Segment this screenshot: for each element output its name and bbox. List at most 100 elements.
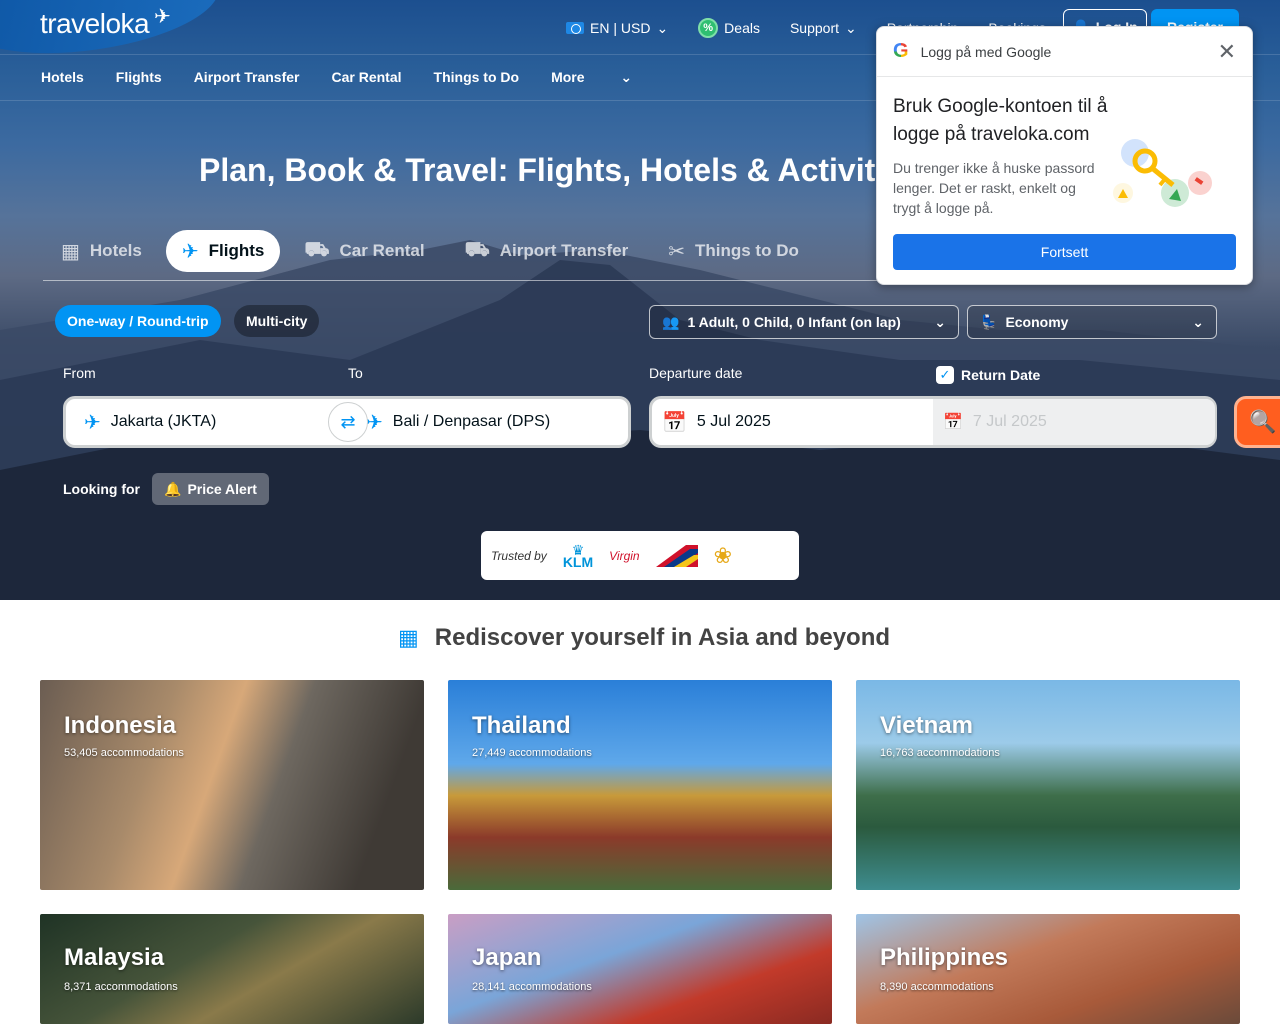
support-menu[interactable]: Support ⌄ bbox=[790, 20, 857, 37]
subnav-flights[interactable]: Flights bbox=[116, 69, 162, 86]
google-logo-icon: G bbox=[893, 40, 909, 62]
traveloka-logo[interactable]: traveloka bbox=[40, 8, 150, 40]
tab-flights[interactable]: ✈ Flights bbox=[165, 230, 281, 272]
from-input[interactable]: ✈ Jakarta (JKTA) bbox=[66, 410, 346, 435]
tab-label: Things to Do bbox=[694, 241, 799, 260]
destination-card-thailand[interactable]: Thailand 27,449 accommodations bbox=[448, 680, 832, 890]
destination-count: 8,390 accommodations bbox=[880, 981, 994, 993]
destination-count: 28,141 accommodations bbox=[472, 981, 592, 993]
seat-class-selector[interactable]: 💺 Economy ⌄ bbox=[967, 305, 1217, 339]
price-alert-label: Price Alert bbox=[187, 481, 257, 497]
building-icon: ▦ bbox=[61, 240, 80, 263]
destination-card-malaysia[interactable]: Malaysia 8,371 accommodations bbox=[40, 914, 424, 1024]
more-label: More bbox=[551, 69, 585, 85]
return-value: 7 Jul 2025 bbox=[972, 413, 1047, 430]
virgin-logo: Virgin bbox=[609, 548, 640, 563]
tab-things-to-do[interactable]: ✂ Things to Do bbox=[652, 230, 815, 272]
tab-label: Airport Transfer bbox=[499, 241, 629, 260]
destination-card-indonesia[interactable]: Indonesia 53,405 accommodations bbox=[40, 680, 424, 890]
popup-header: G Logg på med Google bbox=[877, 27, 1252, 77]
calendar-icon: 📅 bbox=[662, 411, 687, 434]
search-icon: 🔍 bbox=[1249, 409, 1277, 434]
destination-name: Indonesia bbox=[64, 712, 177, 739]
destination-count: 8,371 accommodations bbox=[64, 981, 178, 993]
takeoff-icon: ✈ bbox=[84, 411, 101, 434]
percent-icon: % bbox=[698, 18, 719, 38]
tab-label: Flights bbox=[208, 241, 265, 260]
to-label: To bbox=[348, 365, 363, 381]
philippine-airlines-logo bbox=[655, 544, 698, 567]
oneway-roundtrip-toggle[interactable]: One-way / Round-trip bbox=[55, 305, 221, 337]
subnav-car-rental[interactable]: Car Rental bbox=[332, 69, 402, 86]
klm-logo: ♛ KLM bbox=[562, 541, 594, 570]
destination-name: Vietnam bbox=[880, 712, 973, 739]
subnav-hotels[interactable]: Hotels bbox=[41, 69, 84, 86]
vietnam-airlines-logo: ❀ bbox=[713, 542, 733, 568]
return-date-input[interactable]: 📅 7 Jul 2025 bbox=[933, 399, 1215, 445]
calendar-icon: 📅 bbox=[943, 414, 963, 431]
swap-route-button[interactable]: ⇄ bbox=[328, 402, 368, 442]
departure-date-input[interactable]: 📅 5 Jul 2025 bbox=[652, 410, 771, 435]
to-input[interactable]: ✈ Bali / Denpasar (DPS) bbox=[366, 410, 550, 435]
destination-card-japan[interactable]: Japan 28,141 accommodations bbox=[448, 914, 832, 1024]
to-value: Bali / Denpasar (DPS) bbox=[392, 413, 551, 430]
chevron-down-icon: ⌄ bbox=[845, 19, 857, 36]
chevron-down-icon: ⌄ bbox=[656, 19, 669, 36]
trusted-by-bar: Trusted by ♛ KLM Virgin ❀ bbox=[481, 531, 799, 580]
section-heading: ▦ Rediscover yourself in Asia and beyond bbox=[398, 624, 890, 652]
key-illustration bbox=[1113, 139, 1212, 207]
subnav-airport-transfer[interactable]: Airport Transfer bbox=[194, 69, 300, 86]
destination-count: 16,763 accommodations bbox=[880, 747, 1000, 759]
language-currency-selector[interactable]: EN | USD ⌄ bbox=[566, 20, 668, 37]
deals-link[interactable]: % Deals bbox=[698, 18, 760, 38]
tab-label: Car Rental bbox=[339, 241, 425, 260]
destination-card-philippines[interactable]: Philippines 8,390 accommodations bbox=[856, 914, 1240, 1024]
page-headline: Plan, Book & Travel: Flights, Hotels & A… bbox=[199, 152, 920, 188]
section-title: Rediscover yourself in Asia and beyond bbox=[434, 624, 891, 651]
destination-name: Malaysia bbox=[64, 944, 165, 971]
search-button[interactable]: 🔍 bbox=[1234, 396, 1280, 448]
bell-icon: 🔔 bbox=[164, 480, 182, 497]
from-value: Jakarta (JKTA) bbox=[110, 413, 217, 430]
tab-airport-transfer[interactable]: ⛟ Airport Transfer bbox=[449, 230, 645, 272]
passenger-selector[interactable]: 👥 1 Adult, 0 Child, 0 Infant (on lap) ⌄ bbox=[649, 305, 959, 339]
close-icon[interactable]: ✕ bbox=[1218, 39, 1236, 65]
seat-icon: 💺 bbox=[980, 313, 998, 330]
chevron-down-icon: ⌄ bbox=[1192, 313, 1204, 330]
destination-name: Thailand bbox=[472, 712, 571, 739]
chevron-down-icon: ⌄ bbox=[934, 313, 946, 330]
continue-button[interactable]: Fortsett bbox=[893, 234, 1236, 270]
product-nav: Hotels Flights Airport Transfer Car Rent… bbox=[41, 69, 664, 86]
product-tabs: ▦ Hotels ✈ Flights ⛟ Car Rental ⛟ Airport Tr… bbox=[45, 230, 823, 272]
plane-icon: ✈ bbox=[181, 240, 199, 263]
building-icon: ▦ bbox=[398, 625, 419, 650]
car-icon: ⛟ bbox=[304, 238, 330, 261]
popup-description: Du trenger ikke å huske passord lenger. … bbox=[893, 160, 1095, 216]
subnav-more[interactable]: More ⌄ bbox=[551, 69, 632, 86]
passenger-label: 1 Adult, 0 Child, 0 Infant (on lap) bbox=[687, 314, 901, 330]
departure-value: 5 Jul 2025 bbox=[696, 413, 771, 430]
destination-card-vietnam[interactable]: Vietnam 16,763 accommodations bbox=[856, 680, 1240, 890]
price-alert-button[interactable]: 🔔 Price Alert bbox=[152, 473, 269, 505]
landing-icon: ✈ bbox=[366, 411, 383, 434]
shuttle-icon: ⛟ bbox=[464, 238, 490, 261]
person-icon: 👥 bbox=[662, 313, 680, 330]
return-date-label: Return Date bbox=[961, 367, 1041, 383]
subnav-things-to-do[interactable]: Things to Do bbox=[434, 69, 520, 86]
deals-label: Deals bbox=[724, 20, 760, 36]
tab-hotels[interactable]: ▦ Hotels bbox=[45, 230, 158, 272]
google-signin-popup: G Logg på med Google ✕ Bruk Google-konto… bbox=[876, 26, 1253, 285]
destination-count: 27,449 accommodations bbox=[472, 747, 592, 759]
popup-header-title: Logg på med Google bbox=[920, 43, 1052, 60]
activity-icon: ✂ bbox=[668, 240, 685, 263]
tab-car-rental[interactable]: ⛟ Car Rental bbox=[288, 230, 440, 272]
support-label: Support bbox=[789, 20, 840, 36]
from-label: From bbox=[63, 365, 96, 381]
return-date-checkbox[interactable]: ✓ bbox=[936, 366, 954, 384]
destination-name: Japan bbox=[472, 944, 542, 971]
looking-for-label: Looking for bbox=[63, 481, 140, 497]
departure-label: Departure date bbox=[649, 365, 743, 381]
tab-label: Hotels bbox=[89, 241, 142, 260]
trusted-by-label: Trusted by bbox=[491, 548, 547, 563]
multicity-toggle[interactable]: Multi-city bbox=[234, 305, 320, 337]
